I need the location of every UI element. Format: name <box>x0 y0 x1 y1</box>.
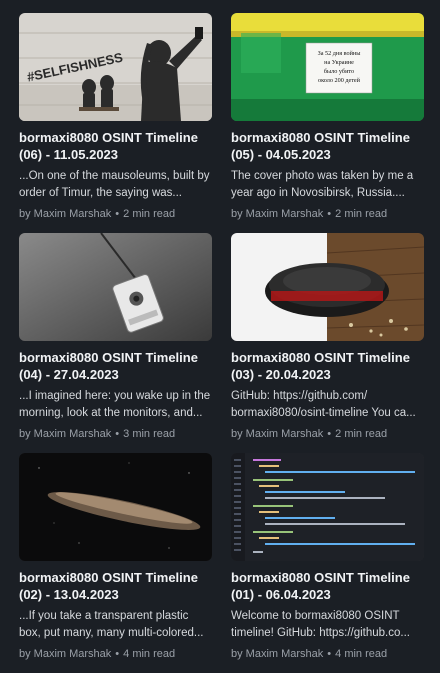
post-author[interactable]: by Maxim Marshak <box>19 428 111 440</box>
post-excerpt: ...If you take a transparent plastic box… <box>19 610 204 639</box>
selfishness-graffiti-image: #SELFISHNESS <box>19 13 212 121</box>
meta-separator: • <box>115 208 120 220</box>
post-read-time: 4 min read <box>335 648 388 660</box>
post-title[interactable]: bormaxi8080 OSINT Timeline (04) - 27.04.… <box>19 349 212 383</box>
kiosk-sign-image: За 52 дня войны на Украине было убито ок… <box>231 13 424 121</box>
sign-line-3: было убито <box>324 68 354 75</box>
post-title[interactable]: bormaxi8080 OSINT Timeline (02) - 13.04.… <box>19 569 212 603</box>
post-thumbnail-01[interactable] <box>231 453 424 561</box>
post-title[interactable]: bormaxi8080 OSINT Timeline (05) - 04.05.… <box>231 129 424 163</box>
meta-separator: • <box>327 208 332 220</box>
post-meta: by Maxim Marshak • 2 min read <box>231 207 424 222</box>
post-thumbnail-02[interactable] <box>19 453 212 561</box>
oumuamua-asteroid-image <box>19 453 212 561</box>
post-excerpt: GitHub: https://github.com/ bormaxi8080/… <box>231 390 416 419</box>
post-author[interactable]: by Maxim Marshak <box>231 428 323 440</box>
post-author[interactable]: by Maxim Marshak <box>231 208 323 220</box>
post-thumbnail-05[interactable]: За 52 дня войны на Украине было убито ок… <box>231 13 424 121</box>
post-read-time: 3 min read <box>123 428 176 440</box>
post-read-time: 2 min read <box>335 208 388 220</box>
sign-line-2: на Украине <box>324 59 354 66</box>
post-author[interactable]: by Maxim Marshak <box>19 648 111 660</box>
meta-separator: • <box>115 428 120 440</box>
post-title[interactable]: bormaxi8080 OSINT Timeline (06) - 11.05.… <box>19 129 212 163</box>
post-card-01[interactable]: bormaxi8080 OSINT Timeline (01) - 06.04.… <box>231 453 424 673</box>
post-card-02[interactable]: bormaxi8080 OSINT Timeline (02) - 13.04.… <box>19 453 212 673</box>
sign-line-1: За 52 дня войны <box>318 50 362 57</box>
surveillance-camera-image <box>19 233 212 341</box>
post-meta: by Maxim Marshak • 2 min read <box>19 207 212 222</box>
meta-separator: • <box>327 428 332 440</box>
post-thumbnail-06[interactable]: #SELFISHNESS <box>19 13 212 121</box>
post-meta: by Maxim Marshak • 2 min read <box>231 427 424 442</box>
post-excerpt: Welcome to bormaxi8080 OSINT timeline! G… <box>231 610 410 639</box>
post-read-time: 2 min read <box>335 428 388 440</box>
post-excerpt: ...On one of the mausoleums, built by or… <box>19 170 210 199</box>
post-meta: by Maxim Marshak • 4 min read <box>19 647 212 662</box>
code-editor-image <box>231 453 424 561</box>
post-author[interactable]: by Maxim Marshak <box>19 208 111 220</box>
post-read-time: 4 min read <box>123 648 176 660</box>
post-read-time: 2 min read <box>123 208 176 220</box>
post-card-03[interactable]: bormaxi8080 OSINT Timeline (03) - 20.04.… <box>231 233 424 453</box>
post-thumbnail-03[interactable] <box>231 233 424 341</box>
meta-separator: • <box>327 648 332 660</box>
post-card-05[interactable]: За 52 дня войны на Украине было убито ок… <box>231 13 424 233</box>
post-excerpt: ...I imagined here: you wake up in the m… <box>19 390 211 419</box>
post-card-04[interactable]: bormaxi8080 OSINT Timeline (04) - 27.04.… <box>19 233 212 453</box>
post-grid: #SELFISHNESS bormaxi8080 OSINT Timeline … <box>0 0 440 673</box>
meta-separator: • <box>115 648 120 660</box>
sign-line-4: около 200 детей <box>318 77 361 84</box>
post-meta: by Maxim Marshak • 3 min read <box>19 427 212 442</box>
post-thumbnail-04[interactable] <box>19 233 212 341</box>
robot-vacuum-image <box>231 233 424 341</box>
post-excerpt: The cover photo was taken by me a year a… <box>231 170 414 199</box>
post-meta: by Maxim Marshak • 4 min read <box>231 647 424 662</box>
post-title[interactable]: bormaxi8080 OSINT Timeline (01) - 06.04.… <box>231 569 424 603</box>
post-title[interactable]: bormaxi8080 OSINT Timeline (03) - 20.04.… <box>231 349 424 383</box>
post-author[interactable]: by Maxim Marshak <box>231 648 323 660</box>
post-card-06[interactable]: #SELFISHNESS bormaxi8080 OSINT Timeline … <box>19 13 212 233</box>
